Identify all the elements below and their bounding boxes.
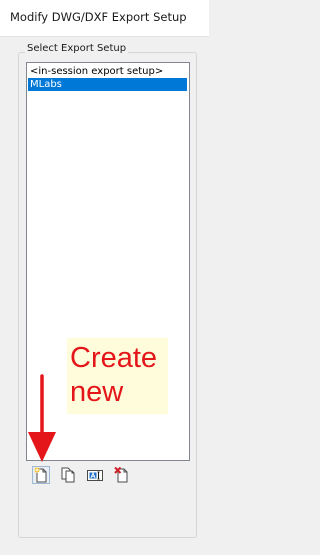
export-setup-dialog: Modify DWG/DXF Export Setup Select Expor… bbox=[0, 0, 209, 555]
duplicate-setup-icon bbox=[61, 467, 75, 483]
list-item-in-session-setup[interactable]: <in-session export setup> bbox=[28, 65, 187, 78]
duplicate-setup-button[interactable] bbox=[59, 466, 77, 484]
annotation-line-2: new bbox=[70, 376, 124, 408]
rename-setup-icon bbox=[87, 470, 103, 481]
window-title: Modify DWG/DXF Export Setup bbox=[10, 10, 187, 24]
export-setup-group-label: Select Export Setup bbox=[25, 43, 129, 54]
delete-setup-button[interactable] bbox=[113, 466, 131, 484]
delete-setup-icon bbox=[114, 466, 128, 483]
rename-setup-button[interactable] bbox=[86, 466, 104, 484]
new-setup-icon bbox=[34, 467, 47, 483]
list-item-mlabs[interactable]: MLabs bbox=[28, 78, 187, 91]
annotation-arrow-icon bbox=[28, 374, 56, 462]
annotation-line-1: Create bbox=[70, 342, 158, 374]
annotation-text: Create new bbox=[70, 341, 157, 409]
title-bar[interactable]: Modify DWG/DXF Export Setup bbox=[0, 0, 209, 37]
new-setup-button[interactable] bbox=[32, 466, 50, 484]
